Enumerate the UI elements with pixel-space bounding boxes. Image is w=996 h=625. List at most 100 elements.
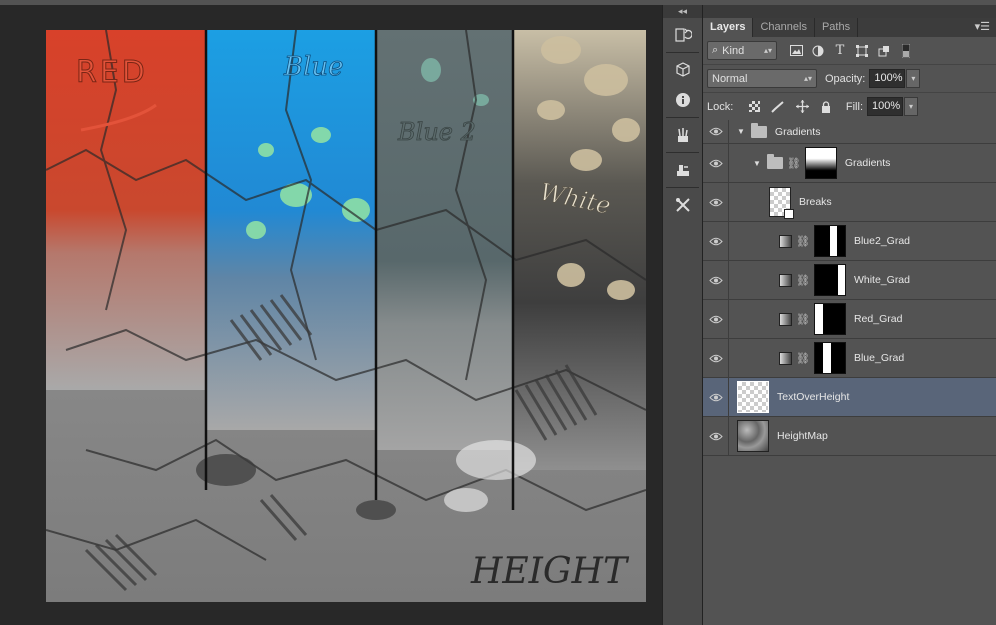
expand-triangle-icon[interactable]: ▼ (753, 159, 761, 168)
visibility-eye-icon[interactable] (703, 378, 729, 416)
panel-tabs: Layers Channels Paths ▾☰ (703, 18, 996, 37)
filter-smart-object-icon[interactable] (877, 44, 891, 58)
fill-dropdown-icon[interactable]: ▾ (904, 97, 918, 116)
tab-paths[interactable]: Paths (815, 18, 859, 37)
visibility-eye-icon[interactable] (703, 120, 729, 143)
chain-link-icon[interactable]: ⛓ (796, 313, 810, 326)
filter-type-icon[interactable]: T (833, 43, 847, 58)
layer-thumbnail[interactable] (769, 187, 794, 219)
filter-adjustment-icon[interactable] (811, 44, 825, 58)
lock-pixels-brush-icon[interactable] (771, 100, 785, 114)
chain-link-icon[interactable]: ⛓ (796, 352, 810, 365)
canvas-label-blue2: Blue 2 (397, 118, 476, 146)
panel-collapse-bar[interactable] (703, 5, 996, 18)
folder-icon (766, 154, 783, 169)
visibility-eye-icon[interactable] (703, 261, 729, 299)
dock-separator (666, 187, 699, 188)
expand-triangle-icon[interactable]: ▼ (737, 127, 745, 136)
visibility-eye-icon[interactable] (703, 339, 729, 377)
lock-row: Lock: Fill: 100% ▾ (703, 93, 996, 121)
opacity-input[interactable]: 100% (869, 69, 906, 88)
layer-name: HeightMap (777, 430, 828, 442)
lock-all-icon[interactable] (819, 100, 833, 114)
opacity-label: Opacity: (825, 72, 866, 85)
opacity-dropdown-icon[interactable]: ▾ (906, 69, 921, 88)
layer-thumbnail[interactable] (737, 420, 769, 452)
layer-name: TextOverHeight (777, 391, 850, 403)
canvas-label-blue: Blue (283, 52, 344, 82)
document-canvas[interactable]: RED Blue Blue 2 White HEIGHT (46, 30, 646, 602)
layer-row-textoverheight[interactable]: TextOverHeight (703, 378, 996, 417)
panel-menu-icon[interactable]: ▾☰ (975, 20, 990, 33)
filter-pixel-icon[interactable] (789, 44, 803, 58)
gradient-adjustment-icon (779, 312, 792, 326)
lock-transparent-icon[interactable] (747, 100, 761, 114)
layer-row-blue-grad[interactable]: ⛓ Blue_Grad (703, 339, 996, 378)
filter-shape-icon[interactable] (855, 44, 869, 58)
dock-separator (666, 117, 699, 118)
visibility-eye-icon[interactable] (703, 222, 729, 260)
layer-row-blue2-grad[interactable]: ⛓ Blue2_Grad (703, 222, 996, 261)
layer-row-white-grad[interactable]: ⛓ White_Grad (703, 261, 996, 300)
fill-input[interactable]: 100% (867, 97, 903, 116)
layer-name: Red_Grad (853, 313, 903, 325)
layer-row-red-grad[interactable]: ⛓ Red_Grad (703, 300, 996, 339)
layers-empty-area[interactable] (703, 458, 996, 625)
tab-channels[interactable]: Channels (753, 18, 815, 37)
visibility-eye-icon[interactable] (703, 300, 729, 338)
chain-link-icon[interactable]: ⛓ (796, 274, 810, 287)
folder-icon (750, 122, 767, 138)
dock-separator (666, 152, 699, 153)
blend-row: Normal ▴▾ Opacity: 100% ▾ (703, 65, 996, 93)
layer-mask-thumbnail[interactable] (813, 225, 846, 257)
3d-cube-icon[interactable] (669, 57, 697, 83)
layer-row-heightmap[interactable]: HeightMap (703, 417, 996, 456)
blend-mode-select[interactable]: Normal ▴▾ (707, 69, 817, 88)
layer-name: Gradients (844, 157, 891, 169)
clone-source-icon[interactable] (669, 157, 697, 183)
lock-position-move-icon[interactable] (795, 100, 809, 114)
layer-name: Blue2_Grad (853, 235, 911, 247)
group-mask-thumbnail[interactable] (804, 147, 837, 179)
layer-row-gradients-subgroup[interactable]: ▼ ⛓ Gradients (703, 144, 996, 183)
filter-kind-select[interactable]: ⌕ Kind ▴▾ (707, 41, 777, 60)
gradient-adjustment-icon (779, 273, 792, 287)
lock-label: Lock: (707, 100, 734, 113)
dock-separator (666, 52, 699, 53)
filter-kind-label: Kind (722, 44, 745, 57)
layers-list: ▼ Gradients ▼ ⛓ Gradients Breaks ⛓ Blue2… (703, 120, 996, 456)
layer-mask-thumbnail[interactable] (813, 342, 846, 374)
visibility-eye-icon[interactable] (703, 144, 729, 182)
dropdown-arrow-icon: ▴▾ (763, 46, 772, 55)
layer-mask-thumbnail[interactable] (813, 303, 846, 335)
filter-row: ⌕ Kind ▴▾ T (703, 37, 996, 65)
info-icon[interactable] (669, 87, 697, 113)
history-icon[interactable] (669, 22, 697, 48)
brush-presets-icon[interactable] (669, 122, 697, 148)
canvas-label-red: RED (76, 55, 148, 90)
gradient-adjustment-icon (779, 351, 792, 365)
chain-link-icon[interactable]: ⛓ (796, 235, 810, 248)
visibility-eye-icon[interactable] (703, 183, 729, 221)
filter-toggle-icon[interactable] (899, 43, 913, 58)
layer-row-breaks[interactable]: Breaks (703, 183, 996, 222)
visibility-eye-icon[interactable] (703, 417, 729, 455)
canvas-artwork: RED Blue Blue 2 White HEIGHT (46, 30, 646, 602)
canvas-workspace[interactable]: RED Blue Blue 2 White HEIGHT (0, 5, 662, 625)
panel-dock: ◂◂ (662, 5, 702, 625)
clipping-mask-icon (784, 209, 794, 219)
search-icon: ⌕ (712, 44, 719, 56)
tab-layers[interactable]: Layers (703, 18, 754, 37)
layer-name: Blue_Grad (853, 352, 905, 364)
tool-presets-icon[interactable] (669, 192, 697, 218)
fill-label: Fill: (845, 100, 863, 113)
layer-name: White_Grad (853, 274, 910, 286)
layer-row-gradients-group[interactable]: ▼ Gradients (703, 120, 996, 144)
layer-thumbnail[interactable] (737, 381, 769, 413)
dock-collapse-icon[interactable]: ◂◂ (663, 5, 702, 18)
canvas-label-height: HEIGHT (470, 551, 630, 592)
layer-name: Breaks (799, 196, 832, 208)
layer-mask-thumbnail[interactable] (813, 264, 846, 296)
chain-link-icon[interactable]: ⛓ (787, 157, 801, 170)
blend-mode-value: Normal (712, 72, 748, 85)
